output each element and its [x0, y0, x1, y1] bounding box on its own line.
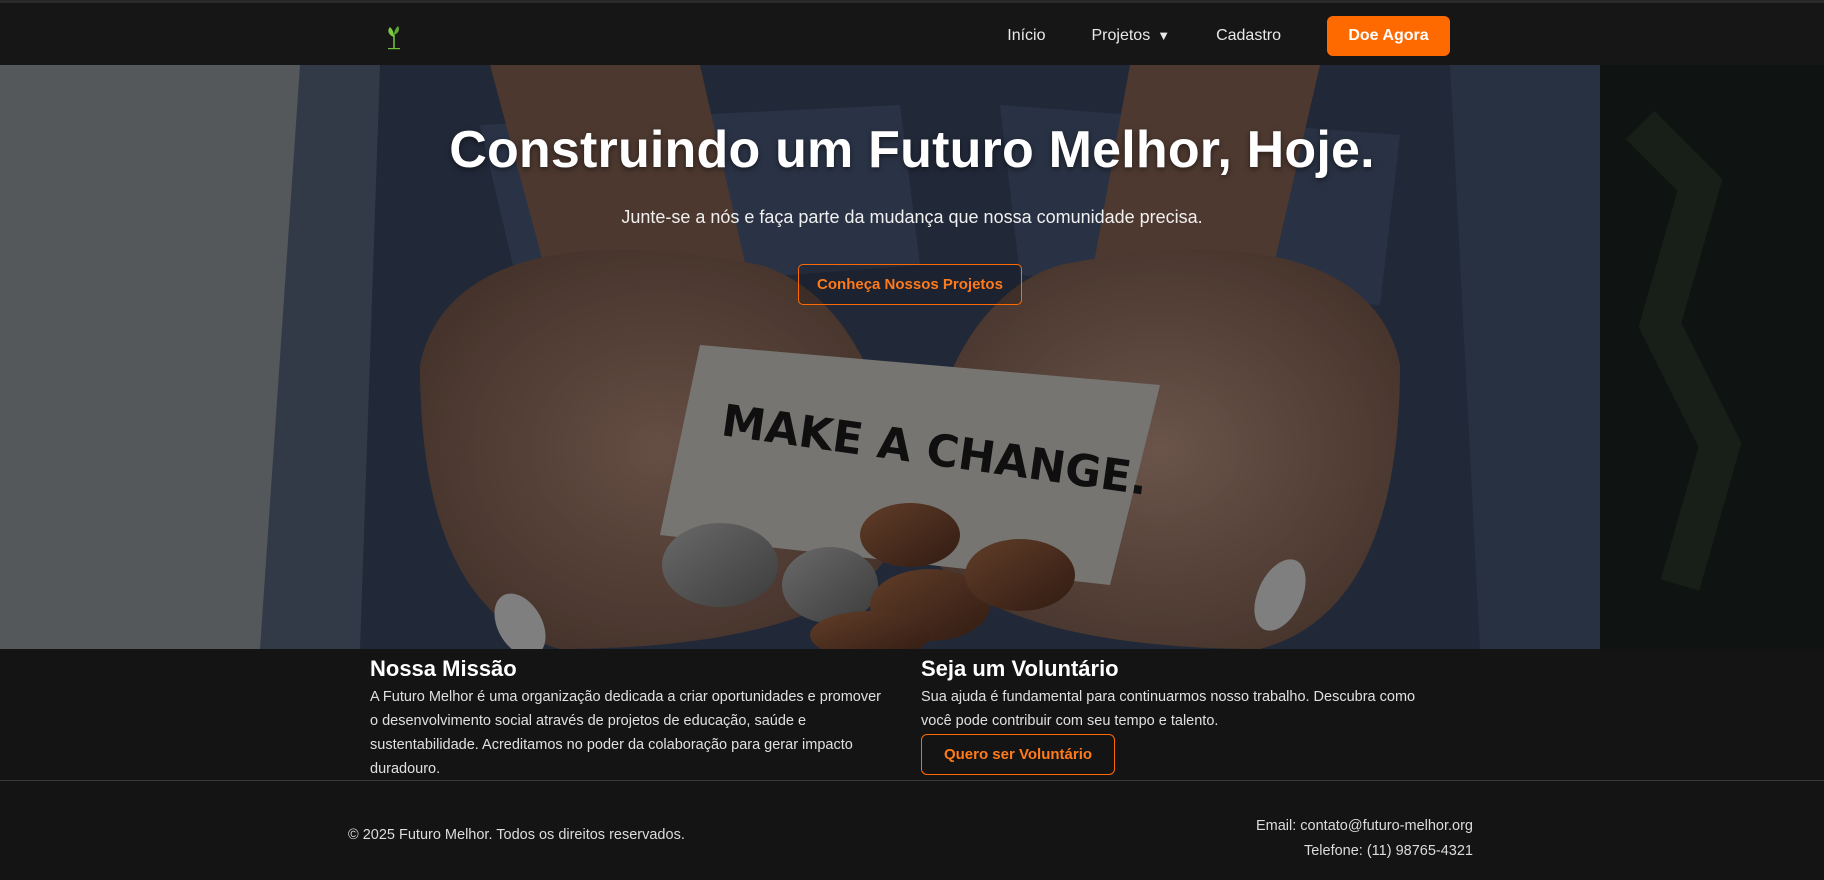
info-section: Nossa Missão A Futuro Melhor é uma organ… [0, 649, 1824, 781]
caret-down-icon: ▼ [1157, 28, 1171, 43]
contact-email: Email: contato@futuro-melhor.org [1255, 818, 1473, 834]
sprout-logo-icon[interactable] [384, 23, 404, 51]
volunteer-button[interactable]: Quero ser Voluntário [921, 734, 1115, 775]
donate-button[interactable]: Doe Agora [1327, 15, 1450, 56]
nav-link-projetos[interactable]: Projetos ▼ [1092, 27, 1171, 45]
volunteer-text: Sua ajuda é fundamental para continuarmo… [921, 689, 1416, 729]
nav-link-label: Projetos [1091, 26, 1151, 44]
page-footer: © 2025 Futuro Melhor. Todos os direitos … [0, 781, 1824, 880]
top-navbar: Início Projetos ▼ Cadastro Doe Agora [0, 0, 1824, 65]
mission-title: Nossa Missão [370, 656, 517, 681]
hero-section: MAKE A CHANGE. Construindo um Futuro Mel… [0, 65, 1824, 649]
nav-menu: Início Projetos ▼ Cadastro Doe Agora [1007, 3, 1824, 68]
contact-phone: Telefone: (11) 98765-4321 [1303, 843, 1473, 859]
nav-link-inicio[interactable]: Início [1007, 27, 1045, 45]
nav-link-cadastro[interactable]: Cadastro [1216, 27, 1281, 45]
contact-info: Email: contato@futuro-melhor.org Telefon… [1256, 814, 1473, 864]
copyright-text: © 2025 Futuro Melhor. Todos os direitos … [348, 827, 685, 843]
volunteer-column: Seja um Voluntário Sua ajuda é fundament… [921, 649, 1441, 775]
nav-link-label: Início [1007, 26, 1046, 44]
mission-text: A Futuro Melhor é uma organização dedica… [370, 689, 882, 777]
mission-column: Nossa Missão A Futuro Melhor é uma organ… [370, 649, 890, 781]
hero-title: Construindo um Futuro Melhor, Hoje. [449, 121, 1375, 179]
hero-subtitle: Junte-se a nós e faça parte da mudança q… [621, 207, 1203, 227]
nav-link-label: Cadastro [1216, 26, 1281, 44]
volunteer-title: Seja um Voluntário [921, 656, 1119, 681]
projects-cta-button[interactable]: Conheça Nossos Projetos [798, 264, 1022, 305]
